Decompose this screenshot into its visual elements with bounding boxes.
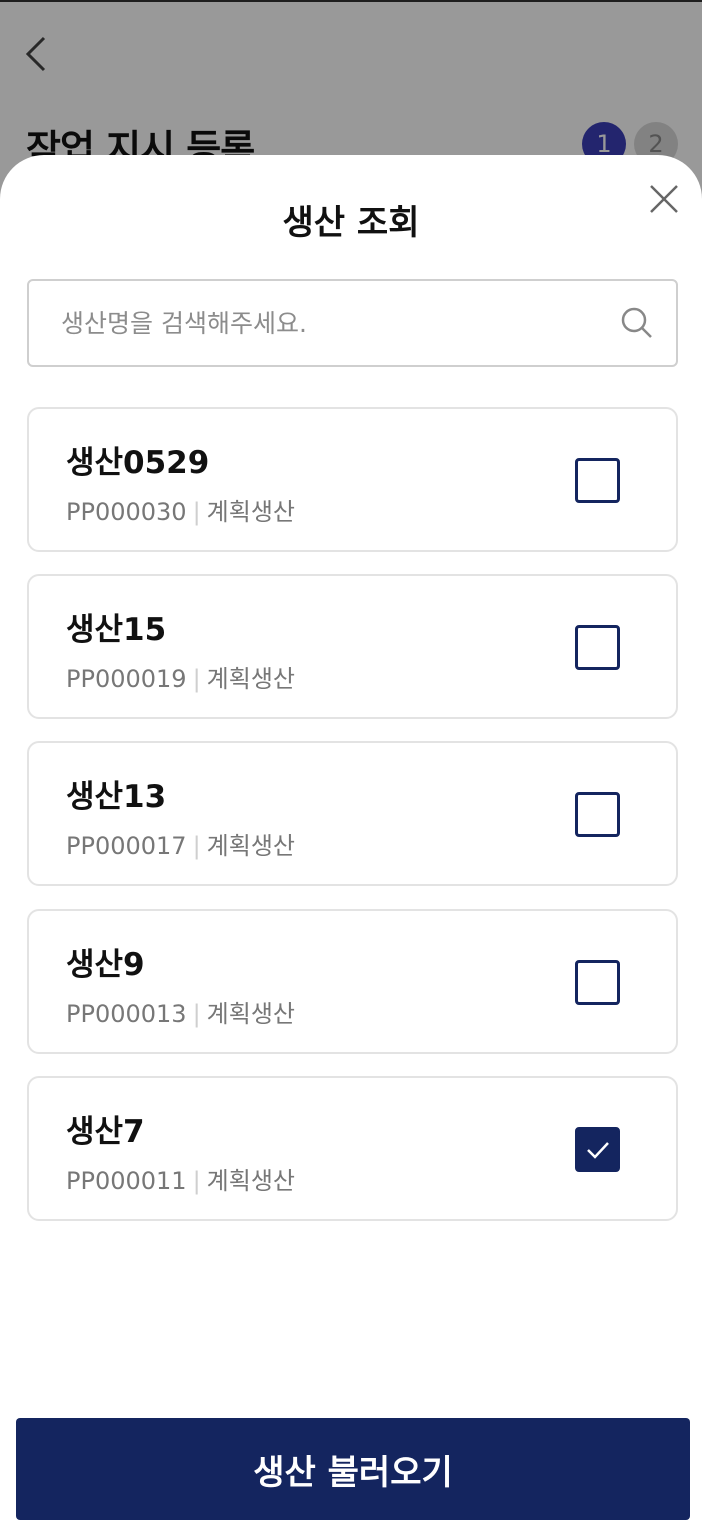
item-meta: PP000013 | 계획생산 [66, 994, 295, 1029]
item-type: 계획생산 [206, 832, 295, 860]
list-item[interactable]: 생산7 PP000011 | 계획생산 [27, 1076, 678, 1221]
item-checkbox[interactable] [575, 458, 620, 503]
item-meta: PP000017 | 계획생산 [66, 826, 295, 861]
item-checkbox-checked[interactable] [575, 1127, 620, 1172]
checkmark-icon [587, 1142, 609, 1159]
item-type: 계획생산 [206, 1000, 295, 1028]
divider: | [192, 498, 201, 526]
item-checkbox[interactable] [575, 960, 620, 1005]
item-meta: PP000019 | 계획생산 [66, 659, 295, 694]
sheet-title: 생산 조회 [282, 203, 420, 243]
item-type: 계획생산 [206, 1167, 295, 1195]
item-code: PP000030 [66, 498, 187, 526]
item-code: PP000011 [66, 1167, 187, 1195]
item-name: 생산13 [66, 779, 167, 815]
item-name: 생산0529 [66, 445, 210, 481]
item-name: 생산7 [66, 1114, 145, 1150]
item-code: PP000019 [66, 665, 187, 693]
list-item[interactable]: 생산13 PP000017 | 계획생산 [27, 741, 678, 886]
item-code: PP000013 [66, 1000, 187, 1028]
load-production-button[interactable]: 생산 불러오기 [16, 1418, 690, 1520]
close-button[interactable] [645, 180, 683, 218]
item-code: PP000017 [66, 832, 187, 860]
divider: | [192, 665, 201, 693]
search-input[interactable] [61, 281, 601, 365]
item-type: 계획생산 [206, 665, 295, 693]
item-name: 생산9 [66, 947, 145, 983]
item-name: 생산15 [66, 612, 167, 648]
list-item[interactable]: 생산0529 PP000030 | 계획생산 [27, 407, 678, 552]
search-icon [621, 307, 652, 338]
item-checkbox[interactable] [575, 792, 620, 837]
item-meta: PP000030 | 계획생산 [66, 492, 295, 527]
production-search-sheet: 생산 조회 생산0529 PP000030|계획생산 생산15 PP000019 [0, 155, 702, 1538]
search-box [27, 279, 678, 367]
list-item[interactable]: 생산15 PP000019 | 계획생산 [27, 574, 678, 719]
divider: | [192, 832, 201, 860]
item-checkbox[interactable] [575, 625, 620, 670]
item-meta: PP000011 | 계획생산 [66, 1161, 295, 1196]
list-item[interactable]: 생산9 PP000013 | 계획생산 [27, 909, 678, 1054]
divider: | [192, 1167, 201, 1195]
close-icon [650, 185, 678, 213]
search-button[interactable] [617, 303, 657, 343]
divider: | [192, 1000, 201, 1028]
item-type: 계획생산 [206, 498, 295, 526]
